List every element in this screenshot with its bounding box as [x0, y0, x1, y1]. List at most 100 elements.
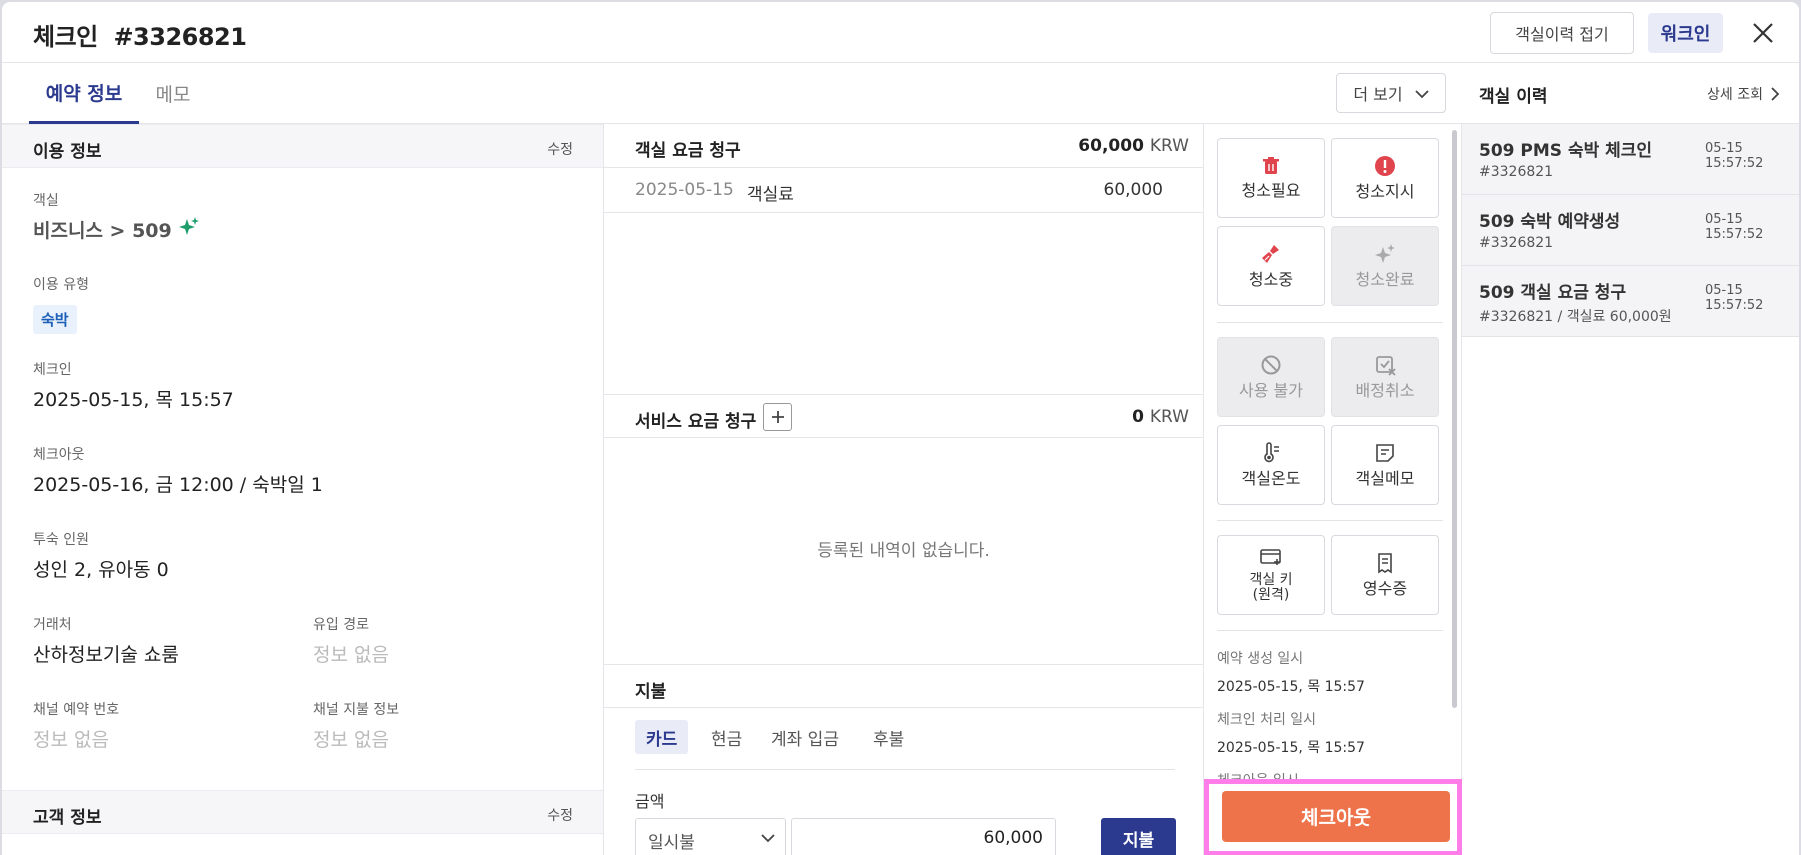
broom-icon	[1262, 245, 1279, 264]
tab-bar: 예약 정보 메모 더 보기	[2, 63, 1462, 124]
created-label: 예약 생성 일시	[1217, 651, 1304, 667]
clean-order-button[interactable]: 청소지시	[1331, 138, 1439, 218]
history-item-sub: #3326821	[1479, 235, 1554, 251]
unavailable-button[interactable]: 사용 불가	[1217, 337, 1325, 417]
scrollbar[interactable]	[1452, 130, 1457, 708]
history-item-time: 05-15 15:57:52	[1705, 212, 1764, 242]
alert-icon	[1375, 156, 1395, 177]
pay-tab-deferred[interactable]: 후불	[862, 720, 915, 754]
list-item[interactable]: 509 숙박 예약생성 #3326821 05-15 15:57:52	[1462, 195, 1799, 266]
amount-label: 금액	[635, 792, 665, 811]
inflow-label: 유입 경로	[313, 617, 369, 633]
room-name: 비즈니스 > 509	[33, 220, 172, 242]
installment-select[interactable]: 일시불	[635, 818, 786, 855]
room-history-panel: 객실 이력 상세 조회 509 PMS 숙박 체크인 #3326821 05-1…	[1462, 63, 1799, 855]
clean-order-label: 청소지시	[1355, 182, 1415, 202]
cleaning-label: 청소중	[1248, 270, 1294, 290]
room-temp-label: 객실온도	[1241, 469, 1301, 489]
checkin-proc-value: 2025-05-15, 목 15:57	[1217, 740, 1365, 756]
trash-icon	[1263, 157, 1279, 175]
close-icon[interactable]	[1746, 16, 1780, 50]
cleaning-button[interactable]: 청소중	[1217, 226, 1325, 306]
memo-icon	[1376, 444, 1394, 463]
history-item-sub: #3326821	[1479, 164, 1554, 180]
checkin-label: 체크인	[33, 362, 72, 378]
chevron-down-icon	[761, 834, 775, 843]
section-title: 고객 정보	[33, 808, 102, 828]
dialog-header: 체크인 #3326821 객실이력 접기 워크인	[2, 2, 1799, 63]
pay-button[interactable]: 지불	[1101, 818, 1176, 855]
room-key-button[interactable]: 객실 키 (원격)	[1217, 535, 1325, 615]
checkout-highlight: 체크아웃	[1204, 779, 1462, 855]
currency: KRW	[1149, 136, 1189, 156]
room-label: 객실	[33, 193, 59, 209]
history-item-time: 05-15 15:57:52	[1705, 283, 1764, 313]
key-card-icon	[1260, 548, 1281, 565]
thermometer-icon	[1264, 442, 1279, 463]
service-charge-amount: 0	[1132, 407, 1144, 427]
section-title: 지불	[635, 682, 667, 702]
clean-done-label: 청소완료	[1355, 270, 1415, 290]
channel-pay-value: 정보 없음	[313, 729, 389, 751]
guests-value: 성인 2, 유아동 0	[33, 559, 169, 581]
charge-amount: 60,000	[1103, 180, 1163, 200]
history-detail-link[interactable]: 상세 조회	[1707, 84, 1780, 104]
section-title: 이용 정보	[33, 142, 102, 162]
amount-input[interactable]	[791, 818, 1056, 855]
room-charge-total: 60,000 KRW	[1078, 136, 1189, 156]
installment-value: 일시불	[648, 833, 695, 853]
more-dropdown[interactable]: 더 보기	[1336, 73, 1446, 113]
list-item[interactable]: 509 PMS 숙박 체크인 #3326821 05-15 15:57:52	[1462, 124, 1799, 195]
history-item-title: 509 숙박 예약생성	[1479, 212, 1621, 232]
usage-info-panel: 이용 정보 수정 객실 비즈니스 > 509 이용 유형 숙박 체크인 2025…	[2, 124, 604, 855]
partner-label: 거래처	[33, 617, 72, 633]
room-charge-header: 객실 요금 청구 60,000 KRW	[604, 124, 1203, 168]
history-item-sub: #3326821 / 객실료 60,000원	[1479, 309, 1672, 325]
checkout-value: 2025-05-16, 금 12:00 / 숙박일 1	[33, 474, 323, 496]
add-service-charge-button[interactable]	[763, 403, 792, 431]
checkout-button[interactable]: 체크아웃	[1222, 791, 1450, 842]
edit-customer-button[interactable]: 수정	[547, 805, 573, 825]
room-memo-button[interactable]: 객실메모	[1331, 425, 1439, 505]
detail-label: 상세 조회	[1707, 87, 1763, 103]
pay-tab-card[interactable]: 카드	[635, 720, 689, 754]
unassign-label: 배정취소	[1355, 381, 1415, 401]
room-key-line1: 객실 키	[1249, 571, 1293, 588]
divider	[1217, 322, 1443, 323]
currency: KRW	[1149, 407, 1189, 427]
room-temp-button[interactable]: 객실온도	[1217, 425, 1325, 505]
list-item[interactable]: 509 객실 요금 청구 #3326821 / 객실료 60,000원 05-1…	[1462, 266, 1799, 337]
channel-no-label: 채널 예약 번호	[33, 702, 120, 718]
clean-needed-label: 청소필요	[1241, 181, 1301, 201]
unassign-button[interactable]: 배정취소	[1331, 337, 1439, 417]
sparkle-icon	[1375, 244, 1395, 264]
service-charge-header: 서비스 요금 청구 0 KRW	[604, 394, 1203, 438]
room-actions-panel: 청소필요 청소지시 청소중 청소완료 사용 불가 배정취소 객실온도 객실메모 …	[1204, 124, 1462, 855]
receipt-button[interactable]: 영수증	[1331, 535, 1439, 615]
edit-usage-button[interactable]: 수정	[547, 139, 573, 159]
room-value: 비즈니스 > 509	[33, 216, 200, 243]
pay-tab-transfer[interactable]: 계좌 입금	[760, 720, 850, 754]
usage-type-label: 이용 유형	[33, 277, 89, 293]
room-memo-label: 객실메모	[1355, 469, 1415, 489]
more-label: 더 보기	[1353, 85, 1403, 104]
checkin-dialog: 체크인 #3326821 객실이력 접기 워크인 예약 정보 메모 더 보기 이…	[2, 2, 1799, 855]
charge-date: 2025-05-15	[635, 180, 734, 200]
collapse-history-button[interactable]: 객실이력 접기	[1490, 12, 1634, 54]
clean-done-button[interactable]: 청소완료	[1331, 226, 1439, 306]
channel-no-value: 정보 없음	[33, 729, 109, 751]
sparkle-icon	[178, 216, 200, 243]
checkout-label: 체크아웃	[33, 447, 85, 463]
walkin-button[interactable]: 워크인	[1648, 13, 1723, 53]
pay-tab-cash[interactable]: 현금	[700, 720, 753, 754]
section-title: 객실 요금 청구	[635, 141, 741, 161]
room-key-label: 객실 키 (원격)	[1249, 571, 1293, 604]
clean-needed-button[interactable]: 청소필요	[1217, 138, 1325, 218]
plus-icon	[771, 411, 784, 423]
created-value: 2025-05-15, 목 15:57	[1217, 679, 1365, 695]
tab-reservation-info[interactable]: 예약 정보	[29, 63, 139, 124]
table-row[interactable]: 2025-05-15 객실료 60,000	[604, 168, 1203, 213]
chevron-down-icon	[1414, 84, 1429, 103]
tab-memo[interactable]: 메모	[149, 63, 197, 124]
checkin-value: 2025-05-15, 목 15:57	[33, 389, 234, 411]
